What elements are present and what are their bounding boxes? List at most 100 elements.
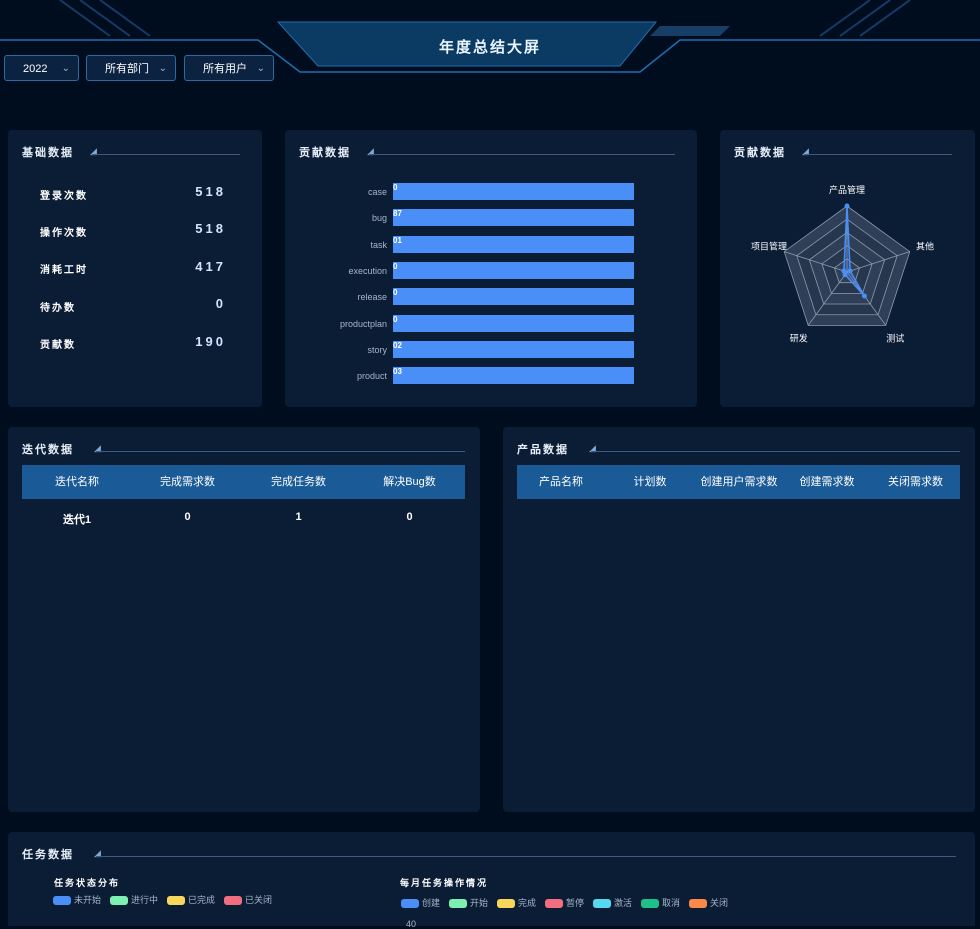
bar[interactable] — [393, 340, 634, 358]
bar[interactable] — [393, 209, 634, 227]
table-header: 迭代名称 完成需求数 完成任务数 解决Bug数 — [22, 465, 465, 499]
legend-item[interactable]: 激活 — [593, 896, 632, 909]
column-header: 完成任务数 — [271, 476, 326, 488]
title-mark-icon: ◢ — [90, 146, 97, 156]
bar-value-label: 01 — [393, 235, 402, 245]
radar-axis-label: 其他 — [916, 241, 934, 252]
legend-item[interactable]: 暂停 — [545, 896, 584, 909]
radar-point[interactable] — [841, 268, 847, 274]
bar[interactable] — [393, 314, 634, 332]
panel-title: 贡献数据 — [299, 147, 351, 159]
header: 年度总结大屏 2022 ⌄ 所有部门 ⌄ 所有用户 ⌄ — [0, 0, 980, 90]
monthly-task-title: 每月任务操作情况 — [400, 878, 489, 888]
radar-point[interactable] — [844, 203, 850, 209]
column-header: 产品名称 — [539, 476, 583, 488]
title-mark-icon: ◢ — [94, 848, 101, 858]
legend-label: 已关闭 — [245, 895, 273, 905]
category-label: story — [367, 344, 387, 355]
legend-label: 开始 — [470, 898, 489, 908]
bar-value-label: 02 — [393, 340, 402, 350]
legend-item[interactable]: 创建 — [401, 896, 440, 909]
bar[interactable] — [393, 288, 634, 306]
bar-value-label: 0 — [393, 183, 398, 192]
bar[interactable] — [393, 235, 634, 253]
department-select[interactable]: 所有部门 ⌄ — [86, 55, 176, 81]
bar[interactable] — [393, 367, 634, 385]
y-tick-label: 40 — [406, 919, 417, 929]
divider — [369, 154, 675, 155]
divider — [591, 451, 960, 452]
task-data-panel: 任务数据 ◢ 任务状态分布 未开始 进行中 已完成 已关闭 每月任务操作情况 创… — [8, 832, 975, 929]
radar-axis-label: 研发 — [790, 332, 808, 343]
radar-point[interactable] — [847, 268, 853, 274]
legend-label: 创建 — [422, 898, 441, 908]
user-select[interactable]: 所有用户 ⌄ — [184, 55, 274, 81]
user-select-value: 所有用户 — [203, 63, 247, 75]
legend-item[interactable]: 关闭 — [689, 896, 728, 909]
table-cell: 0 — [184, 511, 191, 523]
radar-point[interactable] — [861, 293, 867, 299]
table-header: 产品名称 计划数 创建用户需求数 创建需求数 关闭需求数 — [517, 465, 960, 499]
legend-swatch — [401, 899, 419, 909]
column-header: 计划数 — [633, 476, 667, 488]
divider — [92, 154, 240, 155]
title-mark-icon: ◢ — [367, 146, 374, 156]
legend-item[interactable]: 完成 — [497, 896, 536, 909]
radar-chart: 产品管理其他测试 研发 项目管理 — [751, 184, 934, 343]
legend-label: 关闭 — [710, 898, 729, 908]
task-status-title: 任务状态分布 — [54, 878, 121, 888]
bar-value-label: 0 — [393, 314, 398, 324]
legend-swatch — [53, 896, 71, 906]
year-select-value: 2022 — [23, 63, 48, 75]
column-header: 完成需求数 — [160, 476, 215, 488]
legend-swatch — [545, 899, 563, 909]
stat-label: 操作次数 — [40, 228, 88, 239]
year-select[interactable]: 2022 ⌄ — [4, 55, 79, 81]
legend-swatch — [224, 896, 242, 906]
legend-swatch — [497, 899, 515, 909]
table-row[interactable]: 迭代1 0 1 0 — [22, 505, 465, 529]
legend-item[interactable]: 已关闭 — [224, 893, 272, 906]
category-label: bug — [371, 213, 387, 224]
legend-item[interactable]: 已完成 — [167, 893, 215, 906]
chevron-down-icon: ⌄ — [61, 63, 70, 74]
category-label: task — [370, 239, 387, 250]
panel-title: 迭代数据 — [22, 444, 74, 456]
legend-label: 暂停 — [566, 898, 585, 908]
legend-item[interactable]: 开始 — [449, 896, 488, 909]
legend-item[interactable]: 未开始 — [53, 893, 101, 906]
bar-value-label: 0 — [393, 261, 398, 271]
stat-label: 登录次数 — [40, 191, 88, 202]
radar-axis-label: 产品管理 — [829, 184, 865, 195]
legend-label: 进行中 — [131, 895, 159, 905]
panel-title: 基础数据 — [22, 147, 74, 159]
legend-swatch — [689, 899, 707, 909]
title-mark-icon: ◢ — [589, 443, 596, 453]
page-title: 年度总结大屏 — [438, 39, 541, 56]
column-header: 解决Bug数 — [383, 476, 436, 488]
legend-item[interactable]: 取消 — [641, 896, 680, 909]
table-cell: 0 — [406, 511, 413, 523]
bar[interactable] — [393, 183, 634, 200]
product-panel: 产品数据 ◢ 产品名称 计划数 创建用户需求数 创建需求数 关闭需求数 — [503, 427, 975, 812]
legend-label: 未开始 — [74, 895, 102, 905]
iteration-panel: 迭代数据 ◢ 迭代名称 完成需求数 完成任务数 解决Bug数 迭代1 0 1 0 — [8, 427, 480, 812]
category-label: case — [367, 187, 387, 197]
panel-title: 任务数据 — [22, 849, 74, 861]
legend-swatch — [110, 896, 128, 906]
category-label: execution — [348, 265, 387, 276]
stat-label: 消耗工时 — [40, 265, 88, 276]
stat-label: 待办数 — [40, 303, 76, 314]
contribution-bar-panel: 贡献数据 ◢ case 0 bug 87 task 01 execution 0 release… — [285, 130, 697, 407]
radar-axis-label: 测试 — [886, 332, 904, 343]
legend-swatch — [167, 896, 185, 906]
divider — [96, 856, 956, 857]
legend-label: 激活 — [614, 898, 633, 908]
bar-value-label: 87 — [393, 209, 402, 219]
stat-value: 518 — [195, 184, 226, 199]
stat-value: 518 — [195, 221, 226, 236]
basic-data-panel: 基础数据 ◢ 登录次数 518 操作次数 518 消耗工时 417 待办数 0 … — [8, 130, 262, 407]
legend-label: 取消 — [662, 898, 681, 908]
legend-item[interactable]: 进行中 — [110, 893, 158, 906]
bar[interactable] — [393, 261, 634, 279]
